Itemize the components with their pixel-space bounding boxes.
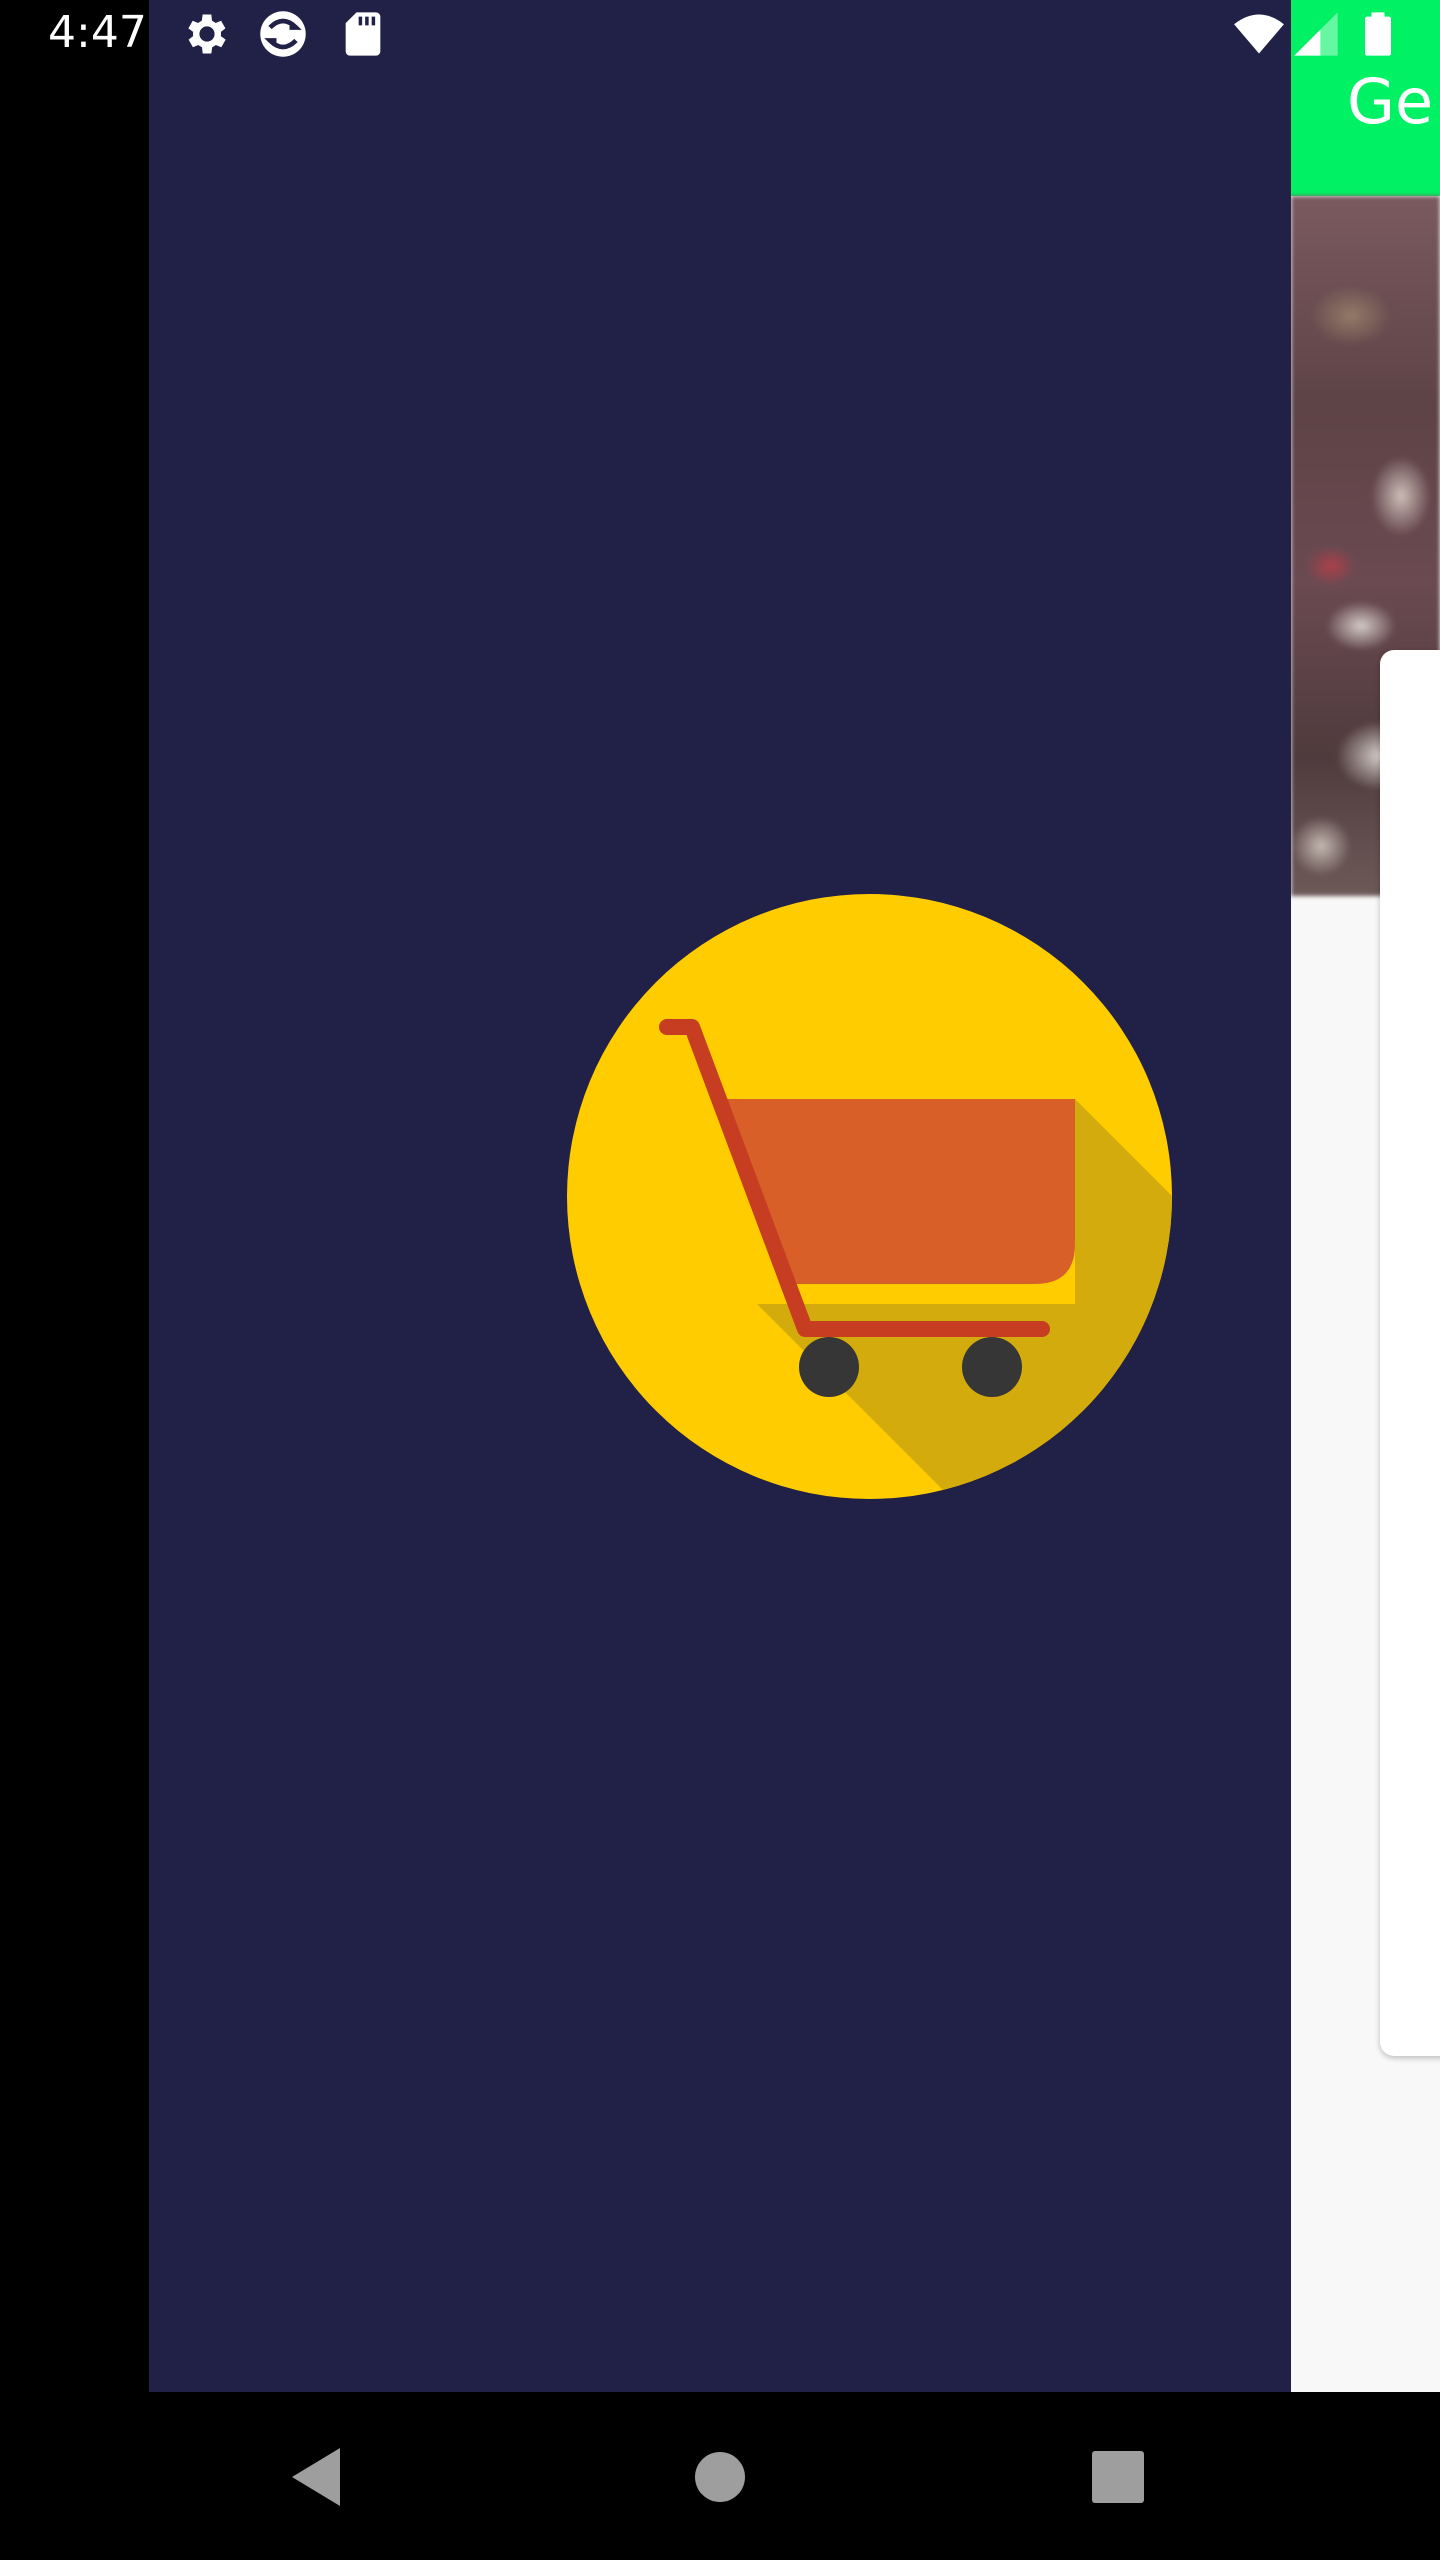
status-bar: 4:47: [0, 0, 1440, 66]
navigation-bar: [0, 2392, 1440, 2560]
sd-card-icon: [345, 12, 381, 56]
cell-signal-icon: [1294, 12, 1338, 56]
recents-button[interactable]: [1073, 2432, 1163, 2522]
settings-icon: [188, 14, 226, 54]
back-button[interactable]: [272, 2432, 362, 2522]
content-card[interactable]: [1380, 650, 1440, 2056]
shopping-cart-icon: [567, 894, 1172, 1499]
status-time: 4:47: [48, 7, 147, 58]
wifi-icon: [1234, 14, 1284, 54]
screen: Ge 4:47: [0, 0, 1440, 2560]
sync-app-icon: [260, 11, 306, 57]
toolbar-title: Ge: [1347, 65, 1434, 138]
battery-icon: [1365, 12, 1391, 56]
home-button[interactable]: [675, 2432, 765, 2522]
app-main-content: Ge: [1291, 0, 1440, 2392]
